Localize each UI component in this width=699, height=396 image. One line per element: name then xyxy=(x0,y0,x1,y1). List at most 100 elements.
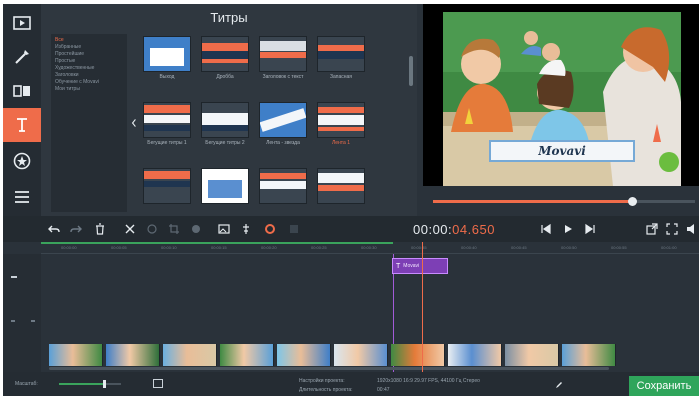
timecode: 00:00:04.650 xyxy=(413,222,495,237)
title-tile[interactable] xyxy=(143,168,191,206)
more-icon[interactable] xyxy=(3,180,41,214)
title-tile-label: Заголовок с текст xyxy=(262,74,304,80)
color-icon[interactable] xyxy=(189,222,203,236)
category-item[interactable]: Избранные xyxy=(55,44,123,51)
seek-knob[interactable] xyxy=(628,197,638,206)
title-thumbnail xyxy=(317,36,365,72)
volume-icon[interactable] xyxy=(685,222,699,236)
title-tile[interactable]: Бегущие титры 2 xyxy=(201,102,249,146)
ruler-tick-label: 00:00:20 xyxy=(261,245,277,250)
edit-pencil-icon[interactable] xyxy=(555,376,563,388)
preview-image: Movavi xyxy=(443,12,681,186)
title-tile-label: Запасная xyxy=(329,74,353,80)
scale-label: Масштаб: xyxy=(15,381,38,387)
zoom-slider[interactable] xyxy=(59,380,121,388)
stickers-icon[interactable] xyxy=(3,144,41,178)
playhead[interactable] xyxy=(422,242,423,372)
title-tile[interactable]: Выход xyxy=(143,36,191,80)
video-clip[interactable] xyxy=(505,344,559,366)
title-thumbnail xyxy=(201,102,249,138)
category-item[interactable]: Мои титры xyxy=(55,86,123,93)
banner-band xyxy=(144,171,190,179)
title-tile[interactable]: Дробба xyxy=(201,36,249,80)
title-thumbnail xyxy=(143,168,191,204)
title-thumbnail xyxy=(259,102,307,138)
title-tile[interactable]: Бегущие титры 1 xyxy=(143,102,191,146)
title-clip[interactable]: T Movavi xyxy=(392,258,448,274)
redo-icon[interactable] xyxy=(69,222,83,236)
save-button[interactable]: Сохранить xyxy=(629,376,699,396)
banner-band xyxy=(144,105,190,113)
video-clip[interactable] xyxy=(163,344,217,366)
ruler-tick-label: 00:00:50 xyxy=(561,245,577,250)
import-icon[interactable] xyxy=(3,6,41,40)
title-thumbnail xyxy=(143,102,191,138)
video-clip[interactable] xyxy=(334,344,388,366)
collapse-arrow-icon[interactable] xyxy=(129,116,139,130)
banner-band xyxy=(144,115,190,123)
title-thumbnail xyxy=(201,36,249,72)
zoom-knob[interactable] xyxy=(102,380,106,388)
wand-icon[interactable] xyxy=(3,40,41,74)
record-icon[interactable] xyxy=(263,222,277,236)
track-headers xyxy=(3,254,41,372)
banner-band xyxy=(318,115,364,125)
video-clip[interactable] xyxy=(391,344,445,366)
fit-icon[interactable] xyxy=(153,379,163,388)
transitions-icon[interactable] xyxy=(3,74,41,108)
ribbon-shape xyxy=(260,108,306,132)
external-preview-icon[interactable] xyxy=(645,222,659,236)
preview-seekbar[interactable] xyxy=(433,197,695,206)
video-clip[interactable] xyxy=(220,344,274,366)
video-clip[interactable] xyxy=(448,344,502,366)
video-clip[interactable] xyxy=(49,344,103,366)
video-clip[interactable] xyxy=(106,344,160,366)
delete-icon[interactable] xyxy=(93,222,107,236)
image-icon[interactable] xyxy=(217,222,231,236)
title-tile[interactable] xyxy=(317,168,365,206)
title-tile[interactable]: Запасная xyxy=(317,36,365,80)
track-marker xyxy=(31,320,35,322)
thumbnail-text-icon xyxy=(144,40,190,71)
title-thumbnail xyxy=(201,168,249,204)
track-marker xyxy=(11,320,15,322)
rotate-icon[interactable] xyxy=(145,222,159,236)
titles-icon[interactable] xyxy=(3,108,41,142)
category-item[interactable]: Простейшие xyxy=(55,51,123,58)
banner-band xyxy=(318,51,364,59)
title-tile-label: Дробба xyxy=(216,74,234,80)
category-item[interactable]: Художественные xyxy=(55,65,123,72)
panel-scrollbar[interactable] xyxy=(409,56,413,86)
category-item[interactable]: Заголовки xyxy=(55,72,123,79)
audio-icon[interactable] xyxy=(239,222,253,236)
next-frame-icon[interactable] xyxy=(583,222,597,236)
ruler-tick-label: 00:00:10 xyxy=(161,245,177,250)
banner-band xyxy=(260,181,306,189)
title-clip-label: Movavi xyxy=(403,263,420,269)
settings-icon[interactable] xyxy=(287,222,301,236)
cut-icon[interactable] xyxy=(123,222,137,236)
video-clip[interactable] xyxy=(277,344,331,366)
video-clip[interactable] xyxy=(562,344,616,366)
ruler-tick-label: 00:00:40 xyxy=(461,245,477,250)
banner-band xyxy=(202,125,248,131)
ruler-tick-label: 00:01:00 xyxy=(661,245,677,250)
timeline-scrollbar[interactable] xyxy=(49,367,609,370)
title-tile[interactable]: Заголовок с текст xyxy=(259,36,307,80)
category-item[interactable]: Все xyxy=(55,37,123,44)
title-tile[interactable] xyxy=(259,168,307,206)
banner-band xyxy=(260,173,306,179)
undo-icon[interactable] xyxy=(47,222,61,236)
category-item[interactable]: Обучение с Movavi xyxy=(55,79,123,86)
prev-frame-icon[interactable] xyxy=(539,222,553,236)
title-tile[interactable]: Лента - звезда xyxy=(259,102,307,146)
banner-band xyxy=(260,52,306,58)
title-tile[interactable]: Лента 1 xyxy=(317,102,365,146)
thumbnail-text-icon xyxy=(202,172,248,203)
crop-icon[interactable] xyxy=(167,222,181,236)
fullscreen-icon[interactable] xyxy=(665,222,679,236)
category-item[interactable]: Простые xyxy=(55,58,123,65)
title-tile-label: Бегущие титры 1 xyxy=(147,140,187,146)
title-tile[interactable] xyxy=(201,168,249,206)
play-icon[interactable] xyxy=(561,222,575,236)
